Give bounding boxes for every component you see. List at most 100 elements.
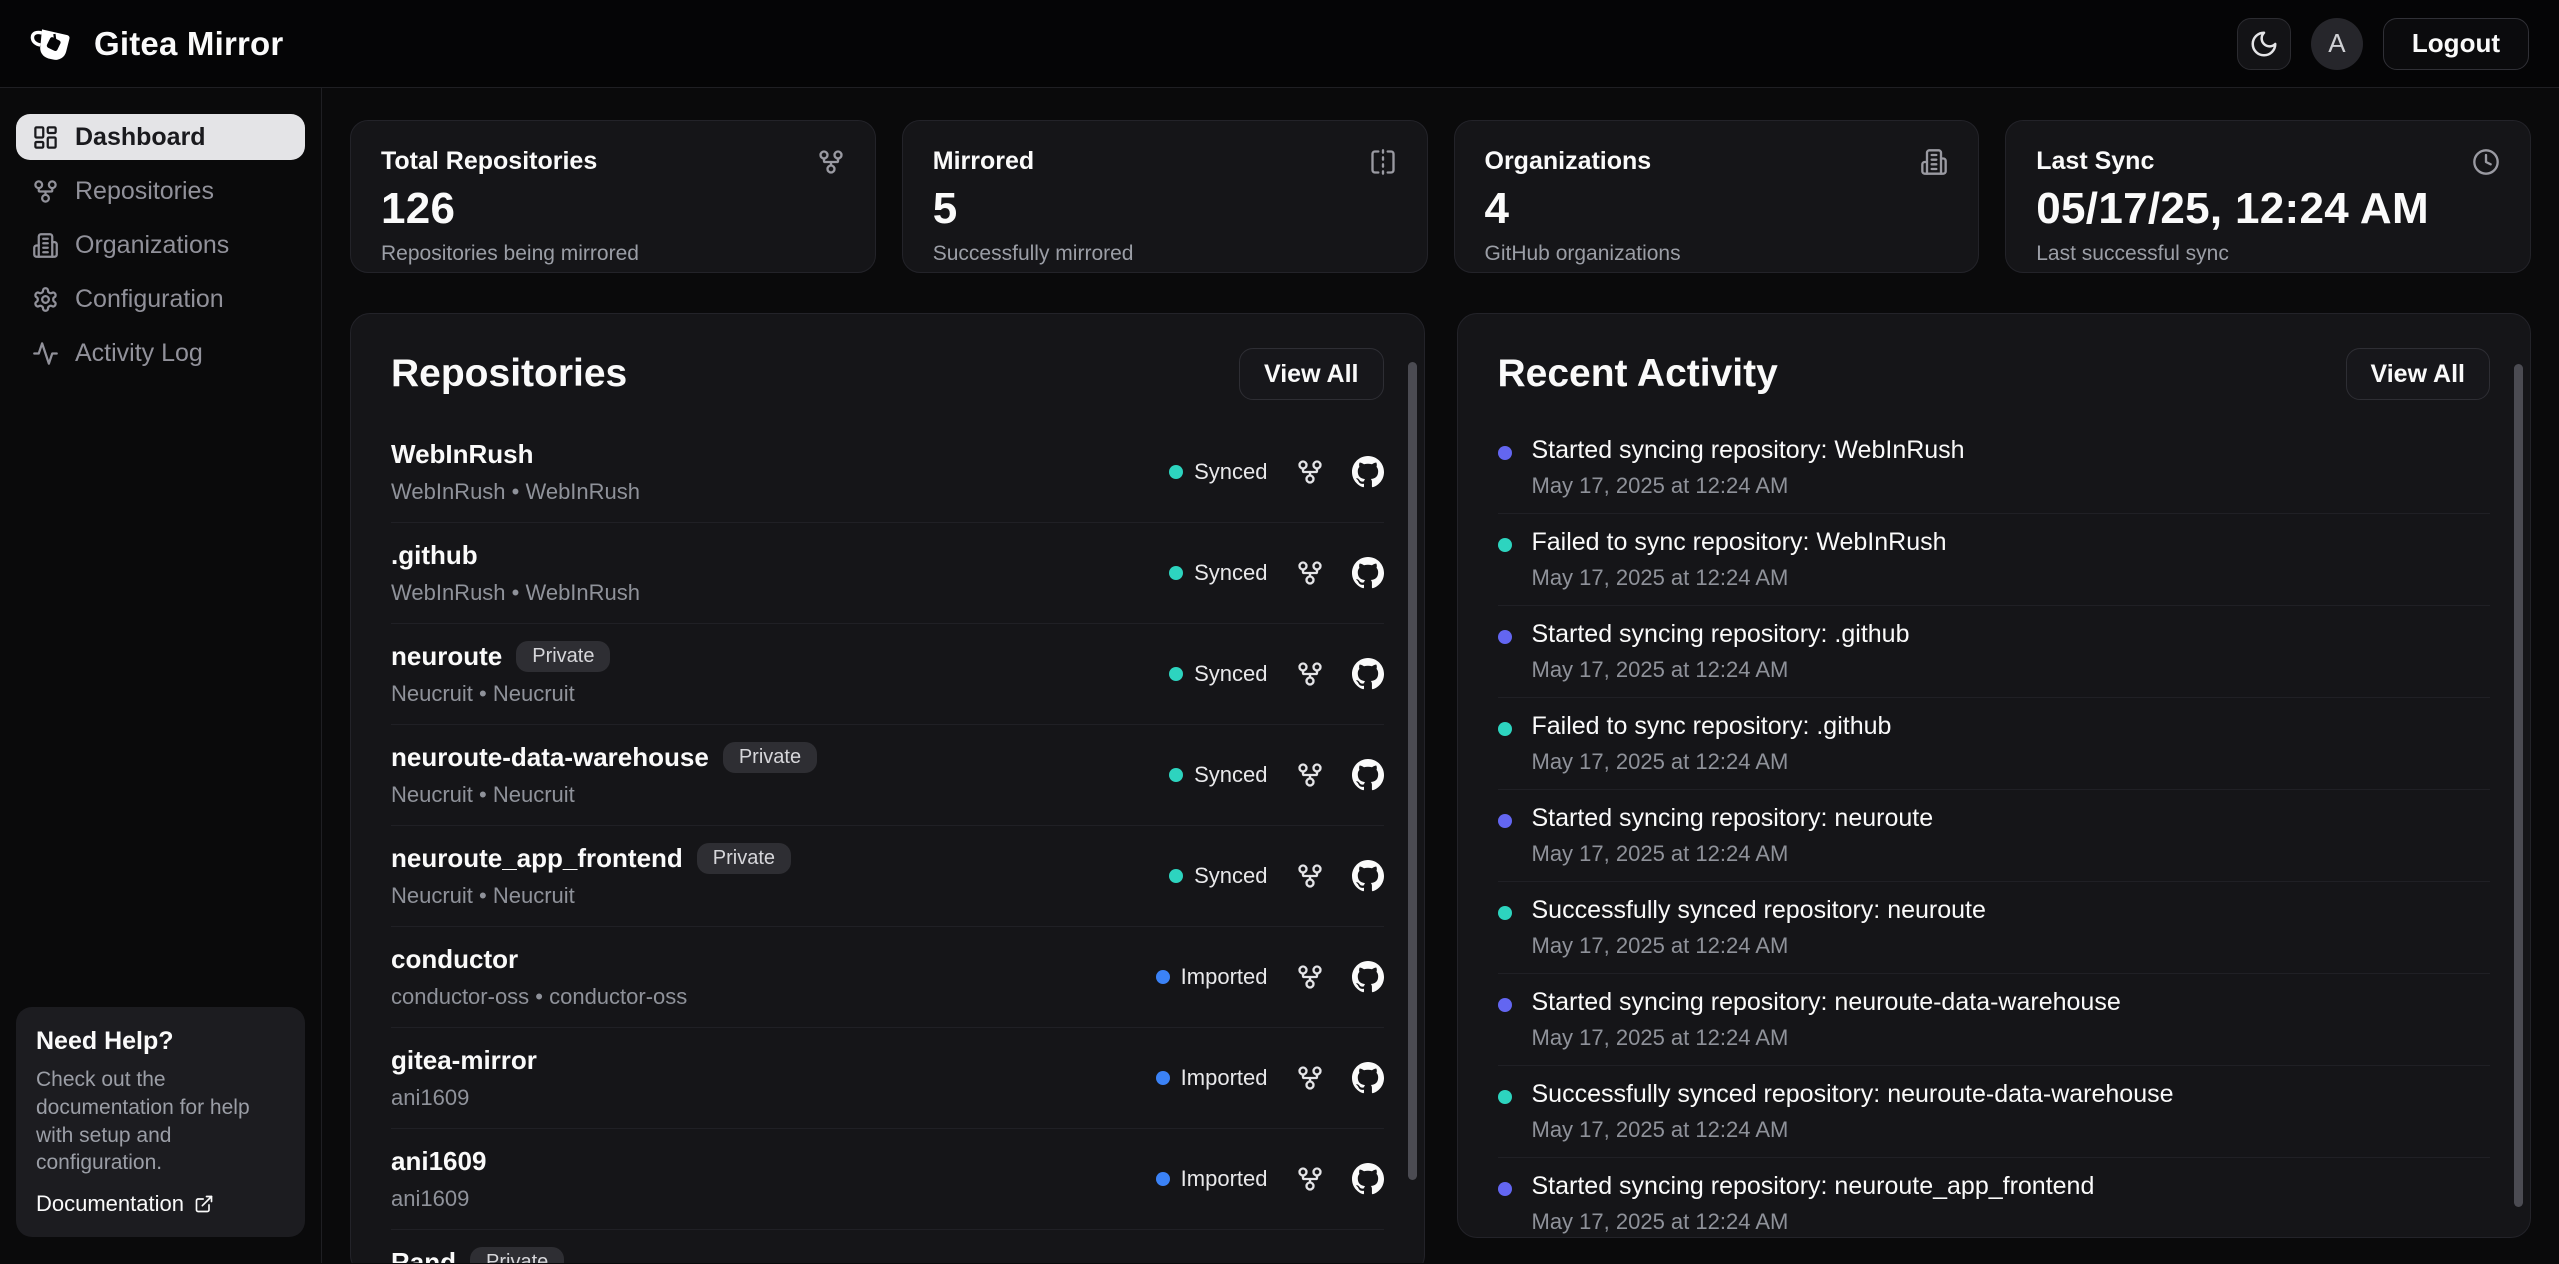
status-label: Synced: [1194, 459, 1267, 485]
repository-name: .github: [391, 540, 478, 571]
repository-status-badge: Imported: [1156, 1166, 1268, 1192]
git-fork-icon[interactable]: [1296, 559, 1324, 587]
repository-name: neuroute-data-warehouse: [391, 742, 709, 773]
repository-name: gitea-mirror: [391, 1045, 537, 1076]
repository-status-badge: Synced: [1169, 863, 1267, 889]
activity-text: Started syncing repository: neuroute-dat…: [1532, 988, 2121, 1017]
activity-pulse-icon: [32, 340, 59, 367]
moon-icon: [2249, 29, 2279, 59]
repository-status-badge: Synced: [1169, 661, 1267, 687]
activity-list: Started syncing repository: WebInRush Ma…: [1498, 422, 2491, 1238]
repositories-scrollbar[interactable]: [1408, 362, 1417, 1180]
github-octocat-icon[interactable]: [1352, 557, 1384, 589]
repository-owner: conductor-oss • conductor-oss: [391, 984, 687, 1010]
sidebar-item-repositories[interactable]: Repositories: [16, 168, 305, 214]
gitea-teacup-icon: [30, 21, 76, 67]
activity-text: Started syncing repository: .github: [1532, 620, 1910, 649]
mirror-flip-icon: [1369, 148, 1397, 176]
app-title: Gitea Mirror: [94, 25, 283, 63]
activity-text: Failed to sync repository: WebInRush: [1532, 528, 1947, 557]
stat-title: Total Repositories: [381, 147, 597, 176]
repository-owner: ani1609: [391, 1186, 486, 1212]
activity-item: Successfully synced repository: neuroute…: [1498, 881, 2491, 973]
documentation-link[interactable]: Documentation: [36, 1191, 285, 1217]
activity-info: Successfully synced repository: neuroute…: [1532, 896, 1986, 959]
repository-owner: Neucruit • Neucruit: [391, 782, 817, 808]
app-header: Gitea Mirror A Logout: [0, 0, 2559, 88]
repository-status-badge: Synced: [1169, 762, 1267, 788]
help-title: Need Help?: [36, 1027, 285, 1056]
stat-subtitle: Repositories being mirrored: [381, 242, 845, 266]
activity-info: Started syncing repository: neuroute_app…: [1532, 1172, 2095, 1235]
github-octocat-icon[interactable]: [1352, 860, 1384, 892]
github-octocat-icon[interactable]: [1352, 759, 1384, 791]
user-avatar[interactable]: A: [2311, 18, 2363, 70]
activity-item: Successfully synced repository: neuroute…: [1498, 1065, 2491, 1157]
activity-timestamp: May 17, 2025 at 12:24 AM: [1532, 749, 1892, 775]
activity-view-all-button[interactable]: View All: [2346, 348, 2490, 400]
activity-item: Started syncing repository: neuroute-dat…: [1498, 973, 2491, 1065]
status-label: Imported: [1181, 1065, 1268, 1091]
theme-toggle-button[interactable]: [2237, 18, 2291, 70]
github-octocat-icon[interactable]: [1352, 1163, 1384, 1195]
repositories-view-all-button[interactable]: View All: [1239, 348, 1383, 400]
activity-info: Started syncing repository: neuroute May…: [1532, 804, 1934, 867]
status-label: Synced: [1194, 762, 1267, 788]
stat-card-organizations: Organizations 4 GitHub organizations: [1454, 120, 1980, 273]
activity-info: Started syncing repository: WebInRush Ma…: [1532, 436, 1965, 499]
activity-info: Failed to sync repository: .github May 1…: [1532, 712, 1892, 775]
status-dot: [1169, 768, 1183, 782]
sidebar-item-organizations[interactable]: Organizations: [16, 222, 305, 268]
status-dot: [1169, 566, 1183, 580]
status-dot: [1156, 1172, 1170, 1186]
activity-dot: [1498, 1182, 1512, 1196]
stat-subtitle: GitHub organizations: [1485, 242, 1949, 266]
repository-row: ani1609 ani1609 Imported: [391, 1128, 1384, 1229]
git-fork-icon[interactable]: [1296, 963, 1324, 991]
activity-text: Started syncing repository: neuroute_app…: [1532, 1172, 2095, 1201]
sidebar-item-label: Repositories: [75, 177, 214, 206]
status-label: Imported: [1181, 1166, 1268, 1192]
activity-item: Started syncing repository: neuroute May…: [1498, 789, 2491, 881]
repository-owner: Neucruit • Neucruit: [391, 883, 791, 909]
header-actions: A Logout: [2237, 18, 2529, 70]
repository-info: conductor conductor-oss • conductor-oss: [391, 944, 687, 1010]
stat-subtitle: Last successful sync: [2036, 242, 2500, 266]
activity-scrollbar[interactable]: [2514, 364, 2523, 1207]
repository-owner: WebInRush • WebInRush: [391, 479, 640, 505]
activity-timestamp: May 17, 2025 at 12:24 AM: [1532, 565, 1947, 591]
git-fork-icon[interactable]: [1296, 1165, 1324, 1193]
status-dot: [1156, 1071, 1170, 1085]
sidebar-item-activity-log[interactable]: Activity Log: [16, 330, 305, 376]
activity-dot: [1498, 814, 1512, 828]
logout-button[interactable]: Logout: [2383, 18, 2529, 70]
stat-cards: Total Repositories 126 Repositories bein…: [350, 120, 2531, 273]
recent-activity-panel: Recent Activity View All Started syncing…: [1457, 313, 2532, 1238]
git-fork-icon[interactable]: [1296, 862, 1324, 890]
help-body: Check out the documentation for help wit…: [36, 1066, 285, 1177]
github-octocat-icon[interactable]: [1352, 961, 1384, 993]
stat-value: 5: [933, 184, 1397, 234]
repository-row: neuroute_app_frontend Private Neucruit •…: [391, 825, 1384, 926]
status-dot: [1169, 869, 1183, 883]
repository-row: gitea-mirror ani1609 Imported: [391, 1027, 1384, 1128]
external-link-icon: [194, 1194, 214, 1214]
activity-text: Failed to sync repository: .github: [1532, 712, 1892, 741]
documentation-link-label: Documentation: [36, 1191, 184, 1217]
sidebar-item-dashboard[interactable]: Dashboard: [16, 114, 305, 160]
git-fork-icon[interactable]: [1296, 761, 1324, 789]
stat-subtitle: Successfully mirrored: [933, 242, 1397, 266]
activity-info: Failed to sync repository: WebInRush May…: [1532, 528, 1947, 591]
git-fork-icon[interactable]: [1296, 660, 1324, 688]
git-fork-icon[interactable]: [1296, 1064, 1324, 1092]
sidebar-item-configuration[interactable]: Configuration: [16, 276, 305, 322]
github-octocat-icon[interactable]: [1352, 1062, 1384, 1094]
git-fork-icon[interactable]: [1296, 458, 1324, 486]
repository-name: Rand: [391, 1247, 456, 1263]
recent-activity-panel-title: Recent Activity: [1498, 352, 1778, 396]
activity-timestamp: May 17, 2025 at 12:24 AM: [1532, 933, 1986, 959]
github-octocat-icon[interactable]: [1352, 456, 1384, 488]
github-octocat-icon[interactable]: [1352, 658, 1384, 690]
stat-value: 05/17/25, 12:24 AM: [2036, 184, 2500, 234]
repository-row: .github WebInRush • WebInRush Synced: [391, 522, 1384, 623]
